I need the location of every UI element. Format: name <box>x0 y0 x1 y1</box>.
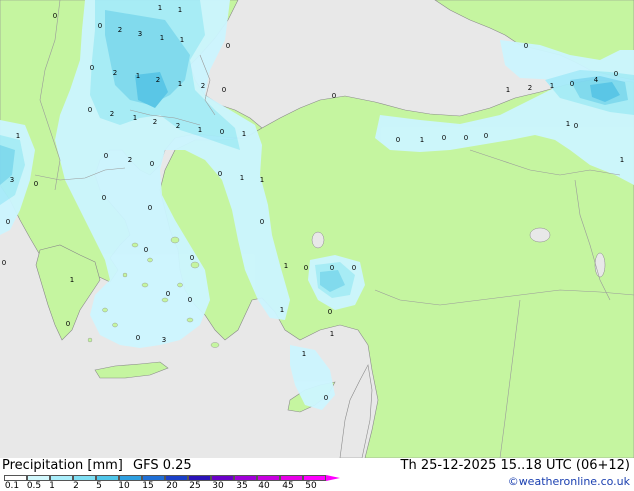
legend-model: GFS 0.25 <box>133 458 192 473</box>
precip-value-label: 1 <box>506 86 510 94</box>
precip-value-label: 0 <box>328 308 332 316</box>
precip-value-label: 2 <box>201 82 205 90</box>
precip-value-label: 0 <box>324 394 328 402</box>
precipitation-map: 0 1 1 0 2 3 1 1 0 0 2 1 2 1 2 0 0 2 1 2 2 1 0 1 1 0 2 0 3 0 0 1 1 0 0 0 0 0 0 1… <box>0 0 634 458</box>
precip-value-label: 1 <box>260 176 264 184</box>
precip-value-label: 0 <box>136 334 140 342</box>
legend-title: Precipitation [mm] GFS 0.25 <box>2 458 198 473</box>
precip-value-label: 4 <box>594 76 599 84</box>
precip-value-label: 2 <box>176 122 180 130</box>
precip-value-label: 0 <box>102 194 106 202</box>
precip-value-label: 1 <box>180 36 184 44</box>
precip-value-label: 1 <box>160 34 164 42</box>
legend-bar: Precipitation [mm] GFS 0.25 Th 25-12-202… <box>0 458 634 491</box>
precip-value-label: 0 <box>304 264 308 272</box>
credit-link[interactable]: ©weatheronline.co.uk <box>508 475 630 488</box>
precip-value-label: 2 <box>110 110 114 118</box>
forecast-datetime: Th 25-12-2025 15..18 UTC (06+12) <box>400 458 631 473</box>
precip-value-label: 0 <box>88 106 92 114</box>
lake-urmia <box>594 252 606 278</box>
precip-value-label: 1 <box>178 6 182 14</box>
precip-value-label: 3 <box>138 30 142 38</box>
precip-value-label: 0 <box>524 42 528 50</box>
precip-value-label: 1 <box>242 130 246 138</box>
precip-value-label: 0 <box>2 259 6 267</box>
precip-value-label: 0 <box>53 12 57 20</box>
precip-value-label: 2 <box>156 76 160 84</box>
precip-value-label: 1 <box>330 330 334 338</box>
precip-value-label: 1 <box>302 350 306 358</box>
precip-value-label: 0 <box>260 218 264 226</box>
precip-value-label: 1 <box>240 174 244 182</box>
precip-value-label: 0 <box>464 134 468 142</box>
legend-variable: Precipitation [mm] <box>2 458 123 473</box>
precip-value-label: 1 <box>178 80 182 88</box>
precip-value-label: 0 <box>330 264 334 272</box>
precip-value-label: 0 <box>396 136 400 144</box>
precip-value-label: 0 <box>166 290 170 298</box>
precip-value-label: 1 <box>70 276 74 284</box>
precip-value-label: 1 <box>136 72 140 80</box>
precip-value-label: 0 <box>144 246 148 254</box>
precip-value-label: 0 <box>34 180 38 188</box>
precip-value-label: 1 <box>158 4 162 12</box>
precip-value-label: 1 <box>620 156 624 164</box>
precip-value-label: 0 <box>66 320 70 328</box>
precip-value-label: 0 <box>188 296 192 304</box>
precip-value-label: 0 <box>614 70 618 78</box>
precip-value-label: 0 <box>6 218 10 226</box>
precip-value-label: 2 <box>153 118 157 126</box>
precip-value-label: 2 <box>528 84 532 92</box>
precip-value-label: 1 <box>566 120 570 128</box>
lake-van <box>529 227 551 243</box>
precip-value-label: 0 <box>574 122 578 130</box>
precip-value-label: 1 <box>133 114 137 122</box>
precip-value-label: 0 <box>222 86 226 94</box>
precip-value-label: 2 <box>113 69 117 77</box>
precip-value-label: 3 <box>162 336 166 344</box>
precip-value-label: 0 <box>570 80 574 88</box>
precip-value-label: 0 <box>218 170 222 178</box>
precip-value-label: 0 <box>190 254 194 262</box>
precip-value-label: 0 <box>352 264 356 272</box>
precip-value-label: 1 <box>420 136 424 144</box>
lake-tuz <box>311 231 325 249</box>
precip-value-label: 1 <box>16 132 20 140</box>
precip-value-label: 3 <box>10 176 14 184</box>
precip-value-label: 2 <box>118 26 122 34</box>
precip-value-label: 0 <box>442 134 446 142</box>
precip-value-label: 1 <box>198 126 202 134</box>
precip-value-label: 0 <box>484 132 488 140</box>
precip-value-label: 0 <box>150 160 154 168</box>
precip-value-label: 0 <box>104 152 108 160</box>
precip-value-label: 2 <box>128 156 132 164</box>
precip-value-label: 0 <box>226 42 230 50</box>
precip-value-label: 0 <box>332 92 336 100</box>
precip-value-label: 0 <box>90 64 94 72</box>
precip-value-label: 0 <box>98 22 102 30</box>
precip-value-label: 1 <box>550 82 554 90</box>
precip-value-label: 1 <box>280 306 284 314</box>
precip-value-label: 1 <box>284 262 288 270</box>
precip-value-label: 0 <box>148 204 152 212</box>
precip-value-label: 0 <box>220 128 224 136</box>
